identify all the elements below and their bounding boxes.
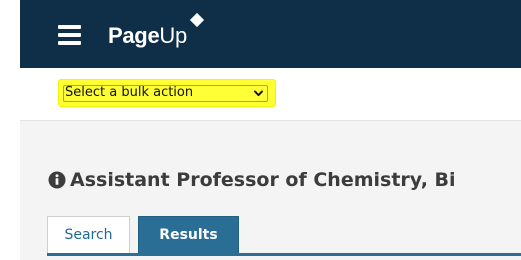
logo-diamond-icon bbox=[189, 12, 205, 28]
tab-underline bbox=[47, 253, 521, 256]
tab-results[interactable]: Results bbox=[138, 216, 239, 254]
info-icon[interactable] bbox=[48, 171, 66, 189]
tab-search[interactable]: Search bbox=[47, 216, 130, 254]
results-panel: Assistant Professor of Chemistry, Bi Sea… bbox=[20, 121, 521, 260]
pageup-logo[interactable]: PageUp bbox=[108, 23, 187, 53]
chevron-down-icon bbox=[254, 90, 263, 97]
bulk-action-select[interactable]: Select a bulk action bbox=[59, 80, 275, 106]
top-navigation-bar: PageUp bbox=[20, 0, 521, 68]
bulk-action-bar: Select a bulk action bbox=[20, 68, 521, 121]
page-title: Assistant Professor of Chemistry, Bi bbox=[70, 169, 456, 191]
menu-icon[interactable] bbox=[58, 25, 81, 45]
logo-text-page: Page bbox=[108, 23, 160, 48]
bulk-action-selected-value: Select a bulk action bbox=[65, 85, 194, 100]
logo-text-up: Up bbox=[159, 23, 187, 48]
page: PageUp Select a bulk action Assistant Pr… bbox=[0, 0, 521, 260]
